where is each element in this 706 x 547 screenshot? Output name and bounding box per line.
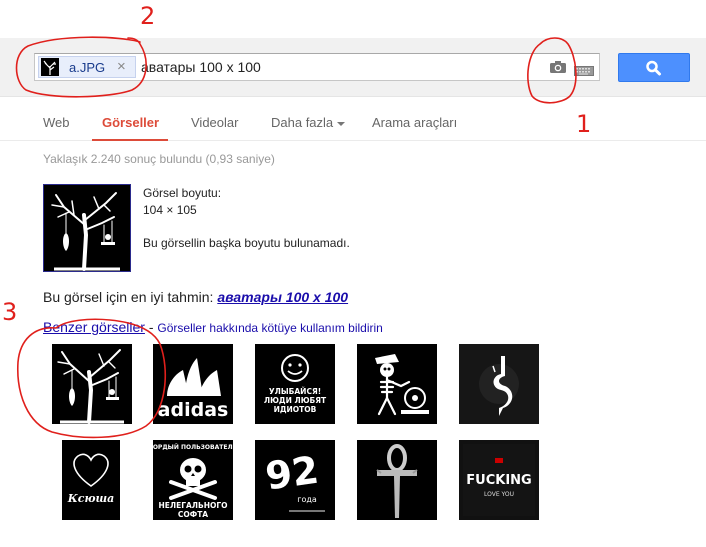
skeleton-dj-image [375,354,429,416]
best-guess-prefix: Bu görsel için en iyi tahmin: [43,289,214,305]
smiley-line-1: УЛЫБАЙСЯ! [269,387,321,396]
skull-line-1: ГОРДЫЙ ПОЛЬЗОВАТЕЛЬ [153,443,233,451]
number-92-caption: года [297,495,317,504]
skull-line-2: НЕЛЕГАЛЬНОГО [158,501,227,510]
similar-image-92[interactable]: 92 года [255,440,335,520]
image-chip[interactable]: a.JPG × [38,56,136,78]
ankh-image [376,444,418,518]
smiley-image: УЛЫБАЙСЯ! ЛЮДИ ЛЮБЯТ ИДИОТОВ [264,354,327,414]
number-92-text: 92 [263,448,321,499]
active-tab-indicator [92,139,168,141]
similar-image-skeleton-dj[interactable] [357,344,437,424]
smiley-line-2: ЛЮДИ ЛЮБЯТ [264,396,327,405]
chip-remove-icon[interactable]: × [117,58,126,75]
annotation-3: 3 [2,298,17,326]
chevron-down-icon [337,121,346,126]
skull-line-3: СОФТА [178,510,208,519]
adidas-text: adidas [158,399,229,421]
similar-image-slipknot[interactable] [459,344,539,424]
fucking-text: FUCKING [466,473,531,488]
similar-image-ankh[interactable] [357,440,437,520]
skull-image: ГОРДЫЙ ПОЛЬЗОВАТЕЛЬ НЕЛЕГАЛЬНОГО СОФТА [153,443,233,519]
annotation-2: 2 [140,2,155,30]
image-size-value: 104 × 105 [143,203,197,217]
result-stats: Yaklaşık 2.240 sonuç bulundu (0,93 saniy… [43,152,275,166]
tree-swing-image [57,349,124,424]
tab-images[interactable]: Görseller [102,115,159,130]
fucking-image: FUCKING LOVE YOU [463,444,535,516]
separator: - [144,319,158,335]
no-other-sizes-text: Bu görsellin başka boyutu bulunamadı. [143,236,350,250]
similar-images-header: Benzer görseller - Görseller hakkında kö… [43,319,383,335]
tab-more[interactable]: Daha fazla [271,115,346,130]
tab-web[interactable]: Web [43,115,70,130]
fucking-caption: LOVE YOU [484,491,514,498]
similar-images-link[interactable]: Benzer görseller [43,319,145,335]
image-size-label: Görsel boyutu: [143,186,222,200]
slipknot-logo [459,344,539,424]
best-guess-link[interactable]: аватары 100 х 100 [217,289,348,305]
similar-image-fucking[interactable]: FUCKING LOVE YOU [459,440,539,520]
chip-filename: a.JPG [69,60,106,75]
chip-thumbnail [41,58,59,76]
search-button[interactable] [618,53,690,82]
adidas-logo: adidas [158,358,229,421]
tab-videos[interactable]: Videolar [191,115,238,130]
similar-image-smiley[interactable]: УЛЫБАЙСЯ! ЛЮДИ ЛЮБЯТ ИДИОТОВ [255,344,335,424]
heart-image: Ксюша [67,453,115,505]
smiley-line-3: ИДИОТОВ [274,405,317,414]
similar-image-heart[interactable]: Ксюша [62,440,120,520]
tab-search-tools[interactable]: Arama araçları [372,115,457,130]
camera-icon[interactable] [549,60,567,79]
search-box[interactable]: a.JPG × аватары 100 х 100 [34,53,600,81]
report-abuse-link[interactable]: Görseller hakkında kötüye kullanım bildi… [157,321,382,335]
heart-caption: Ксюша [67,492,115,505]
similar-image-adidas[interactable]: adidas [153,344,233,424]
tab-more-label: Daha fazla [271,115,334,130]
keyboard-icon[interactable] [574,63,594,81]
similar-image-skull[interactable]: ГОРДЫЙ ПОЛЬЗОВАТЕЛЬ НЕЛЕГАЛЬНОГО СОФТА [153,440,233,520]
search-tabs: Web Görseller Videolar Daha fazla Arama … [0,112,706,141]
search-icon [646,60,661,76]
search-input[interactable]: аватары 100 х 100 [141,59,261,75]
number-92-image: 92 года [263,448,325,512]
best-guess: Bu görsel için en iyi tahmin: аватары 10… [43,289,348,305]
query-image-thumbnail[interactable] [43,184,131,272]
similar-image-tree-swing[interactable] [52,344,132,424]
